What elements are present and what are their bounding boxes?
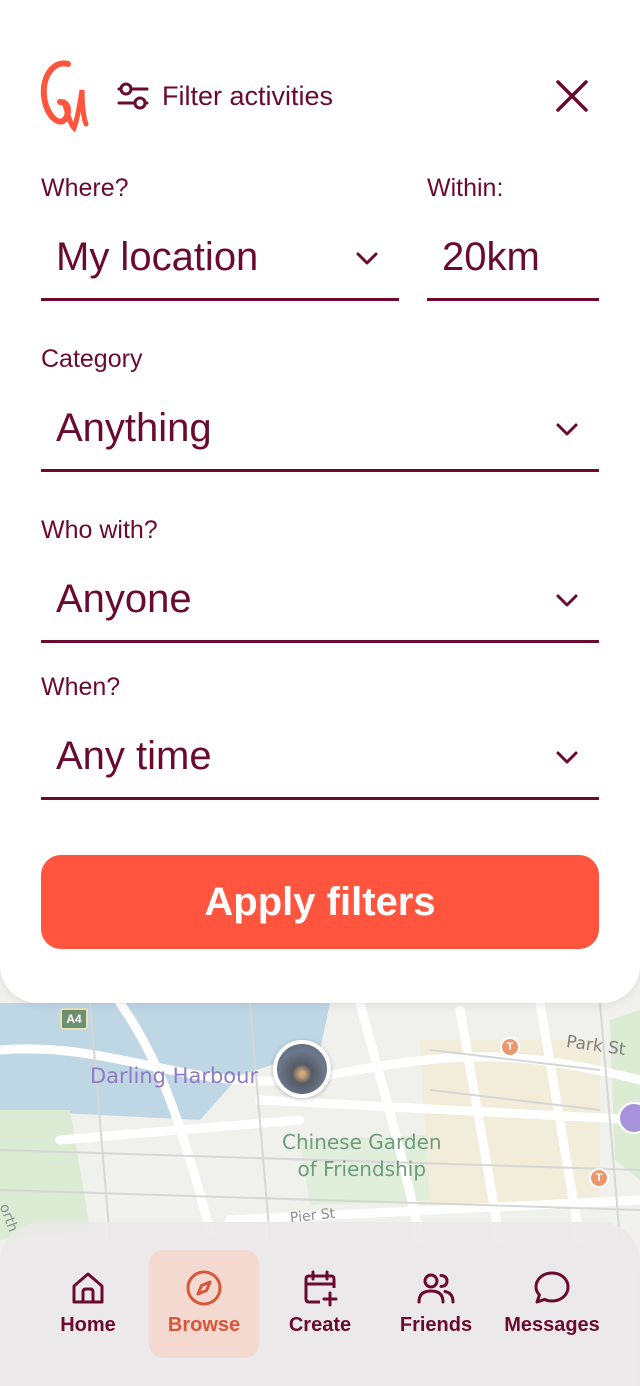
app-logo-icon	[40, 60, 89, 133]
within-label: Within:	[427, 174, 504, 202]
filter-header: Filter activities	[116, 76, 333, 116]
nav-item-friends[interactable]: Friends	[381, 1250, 491, 1358]
calendar-plus-icon	[304, 1270, 338, 1307]
close-button[interactable]	[548, 72, 596, 120]
nav-item-create[interactable]: Create	[265, 1250, 375, 1358]
chevron-down-icon	[356, 252, 378, 264]
home-icon	[72, 1272, 104, 1304]
nav-item-browse[interactable]: Browse	[149, 1250, 259, 1358]
when-select[interactable]: Any time	[41, 716, 599, 800]
page-title: Filter activities	[162, 80, 334, 111]
nav-label-create: Create	[288, 1314, 352, 1336]
nav-item-home[interactable]: Home	[33, 1250, 143, 1358]
users-icon	[417, 1273, 455, 1304]
chevron-down-icon	[556, 594, 578, 606]
when-label: When?	[41, 673, 121, 701]
category-value: Anything	[56, 406, 212, 450]
category-select[interactable]: Anything	[41, 388, 599, 472]
within-value: 20km	[442, 235, 540, 279]
close-icon	[556, 80, 588, 112]
nav-label-browse: Browse	[167, 1314, 241, 1336]
within-distance-input[interactable]: 20km	[427, 217, 599, 301]
where-select[interactable]: My location	[41, 217, 399, 301]
apply-filters-button[interactable]: Apply filters	[41, 855, 599, 949]
nav-label-home: Home	[60, 1314, 116, 1336]
chat-icon	[534, 1271, 570, 1304]
category-label: Category	[41, 345, 143, 373]
where-value: My location	[56, 235, 259, 279]
bottom-nav: Home Browse Create Friends Messages	[0, 1222, 640, 1386]
chevron-down-icon	[556, 751, 578, 763]
nav-item-messages[interactable]: Messages	[497, 1250, 607, 1358]
nav-label-friends: Friends	[399, 1314, 473, 1336]
who-with-label: Who with?	[41, 516, 158, 544]
when-value: Any time	[56, 734, 212, 778]
nav-label-messages: Messages	[504, 1314, 600, 1336]
who-with-value: Anyone	[56, 577, 192, 621]
who-with-select[interactable]: Anyone	[41, 559, 599, 643]
chevron-down-icon	[556, 423, 578, 435]
where-label: Where?	[41, 174, 129, 202]
sliders-icon	[117, 82, 149, 110]
compass-icon	[186, 1270, 222, 1306]
filter-sheet: Filter activities Where? Within: My loca…	[0, 0, 640, 1003]
